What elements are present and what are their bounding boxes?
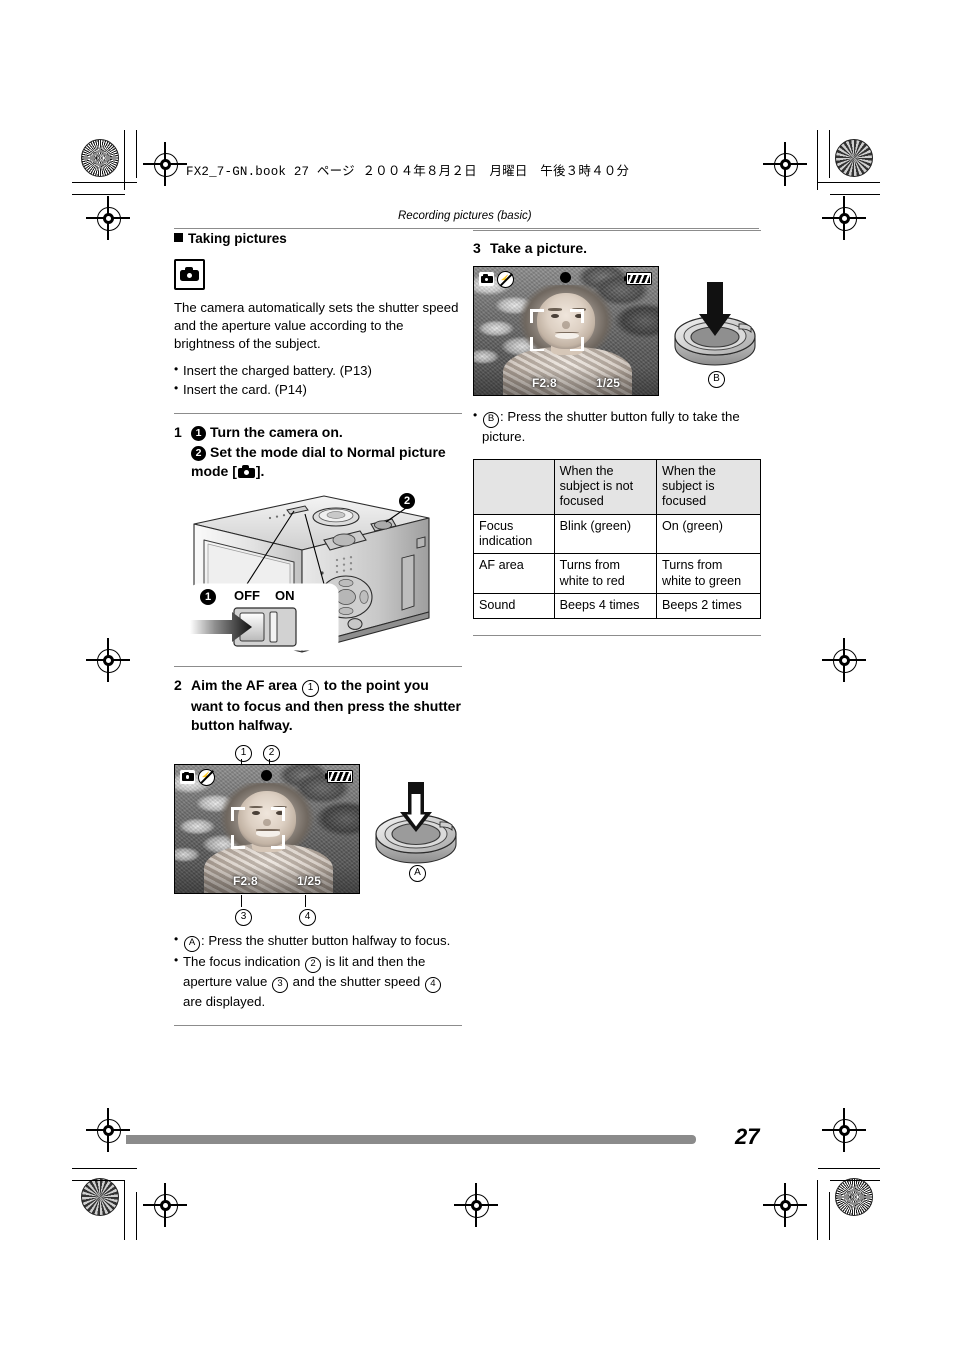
af-area-brackets [231,806,285,849]
step-2: 2 Aim the AF area 1 to the point you wan… [174,676,462,1027]
right-column: 3 Take a picture. F2.8 1/25 B • B: Pres… [473,230,761,636]
camera-figure-callout-1: 1 [200,588,220,606]
aperture-value: F2.8 [532,376,557,391]
row-label: Focus indication [473,513,555,555]
power-switch-off-label: OFF [234,588,260,604]
step-1-sub-text-1: Turn the camera on. [210,423,343,440]
cell-focused: Turns from white to green [656,553,761,595]
divider [174,1025,462,1027]
intro-paragraph: The camera automatically sets the shutte… [174,299,459,351]
cell-not-focused: Turns from white to red [553,553,658,595]
step-2-lcd-callout-1: 1 [234,742,253,762]
running-header: Recording pictures (basic) [398,210,532,222]
divider [473,230,761,231]
header-rule [174,228,759,229]
table-header-focused: When the subject is focused [656,458,761,515]
step-2-lcd-callout-3: 3 [234,906,253,926]
step-3: 3 Take a picture. F2.8 1/25 B • B: Pres… [473,239,761,636]
section-heading-label: Taking pictures [188,231,287,246]
step-3-notes: B: Press the shutter button fully to tak… [473,407,761,446]
step-3-number: 3 [473,240,481,256]
note-text-b-part3: and the shutter speed [288,973,424,989]
divider [473,634,761,636]
camera-illustration: OFF ON 1 2 [174,484,462,662]
left-column: Taking pictures The camera automatically… [174,230,462,1027]
step-1-number: 1 [174,423,182,440]
note-text-b: : Press the shutter button fully to take… [482,409,740,445]
prerequisite-list: Insert the charged battery. (P13) Insert… [174,361,462,399]
row-label: Sound [473,593,555,619]
step-2-lcd-callout-2: 2 [262,742,281,762]
cell-not-focused: Beeps 4 times [553,593,658,619]
divider [174,666,462,668]
aperture-value: F2.8 [233,873,258,888]
divider [174,412,462,414]
shutter-button-illustration-half-press: A [370,778,462,888]
battery-icon [324,769,353,783]
step-1-sub-marker-2: 2 [191,446,206,462]
note-text-b-part4: are displayed. [183,993,266,1009]
normal-picture-mode-icon [174,258,205,290]
step-2-ref-1: 1 [301,680,319,698]
step-1-sub-text-2a: Set the mode dial to Normal picture mode… [191,444,446,479]
step-2-text-a: Aim the AF area [191,677,301,694]
camera-figure-callout-2: 2 [399,492,419,510]
rec-mode-icon [180,769,195,784]
section-heading: Taking pictures [174,230,462,248]
inline-camera-mode-icon [237,464,255,478]
list-item: Insert the card. (P14) [174,380,462,399]
note-text-a: : Press the shutter button halfway to fo… [201,932,451,948]
file-header-text: FX2_7-GN.book 27 ページ ２００４年８月２日 月曜日 午後３時４… [186,165,630,179]
note-text-b-part1: The focus indication [183,953,304,969]
table-header-row: When the subject is not focused When the… [473,458,761,515]
step-1-sub-text-2b: ]. [255,462,265,479]
page-number: 27 [735,1124,760,1149]
af-area-brackets [530,309,584,352]
note-marker-b: B [483,412,499,429]
note-marker-a: A [184,935,200,952]
table-row: Sound Beeps 4 times Beeps 2 times [473,593,761,619]
table-header-blank [473,458,555,515]
table-row: Focus indication Blink (green) On (green… [473,513,761,555]
step-3-shutter-callout-b: B [707,368,726,389]
footer-bar [126,1135,696,1144]
flash-off-icon: ⚡ [198,768,215,786]
table-header-not-focused: When the subject is not focused [553,458,658,515]
rec-mode-icon [479,272,494,287]
battery-icon [623,272,652,286]
step-1-sub-marker-1: 1 [191,425,206,441]
square-bullet-icon [174,233,183,242]
step-2-shutter-callout-a: A [408,862,427,882]
focus-indication-table: When the subject is not focused When the… [473,458,761,619]
shutter-button-illustration-full-press: B [669,276,761,389]
lcd-preview-step2: ⚡ [174,763,360,894]
list-item: A: Press the shutter button halfway to f… [174,931,462,952]
shutter-speed-value: 1/25 [297,873,322,888]
note-ref-4: 4 [424,976,441,993]
list-item: B: Press the shutter button fully to tak… [473,407,761,446]
list-item: The focus indication 2 is lit and then t… [174,952,462,1011]
table-row: AF area Turns from white to red Turns fr… [473,553,761,595]
shutter-speed-value: 1/25 [596,376,621,391]
step-2-notes: A: Press the shutter button halfway to f… [174,931,462,1011]
step-2-number: 2 [174,677,182,694]
list-item: Insert the charged battery. (P13) [174,361,462,380]
step-1: 1 1 Turn the camera on. 2 Set the mode dia… [174,423,462,662]
step-3-text: Take a picture. [490,240,588,256]
cell-focused: On (green) [656,513,761,555]
focus-indication-dot [261,769,272,781]
note-ref-3: 3 [271,976,288,993]
cell-not-focused: Blink (green) [553,513,658,555]
note-ref-2: 2 [304,956,321,973]
step-2-lcd-callout-4: 4 [298,906,317,926]
power-switch-on-label: ON [275,588,295,604]
row-label: AF area [473,553,555,595]
cell-focused: Beeps 2 times [656,593,761,619]
lcd-preview-step3: ⚡ F2. [473,266,659,397]
